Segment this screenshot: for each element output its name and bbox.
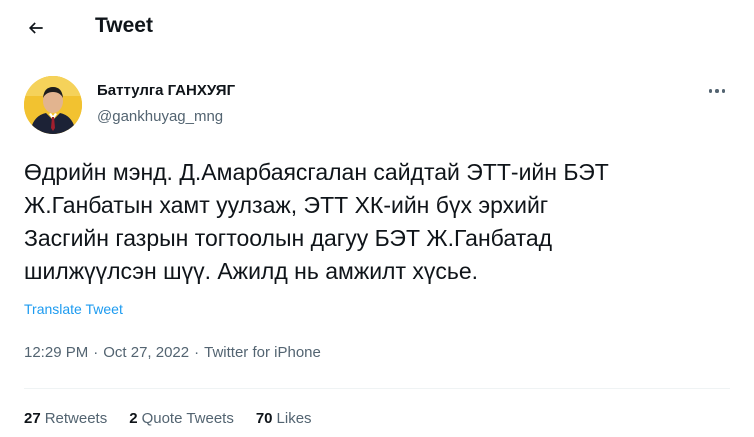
arrow-left-icon: [28, 22, 43, 34]
more-horizontal-icon-dot: [715, 89, 719, 93]
quote-tweets-stat[interactable]: 2 Quote Tweets: [129, 410, 234, 427]
tweet-source[interactable]: Twitter for iPhone: [204, 344, 321, 361]
retweets-label: Retweets: [44, 410, 108, 427]
retweets-count: 27: [24, 410, 41, 427]
retweets-stat[interactable]: 27 Retweets: [24, 410, 107, 427]
page-title: Tweet: [95, 14, 153, 37]
back-button[interactable]: [20, 12, 52, 44]
avatar-image: [24, 76, 82, 134]
more-horizontal-icon-dot: [721, 89, 726, 93]
more-horizontal-icon: [708, 89, 713, 93]
more-options-button[interactable]: [700, 80, 734, 102]
translate-tweet-link[interactable]: Translate Tweet: [24, 301, 123, 317]
likes-stat[interactable]: 70 Likes: [256, 410, 312, 427]
avatar[interactable]: [24, 76, 82, 134]
likes-label: Likes: [276, 410, 312, 427]
author-handle[interactable]: @gankhuyag_mng: [97, 108, 223, 125]
tweet-meta: 12:29 PM · Oct 27, 2022 · Twitter for iP…: [24, 344, 321, 361]
meta-separator: ·: [194, 344, 200, 361]
author-name[interactable]: Баттулга ГАНХУЯГ: [97, 82, 235, 99]
top-bar: Tweet: [0, 0, 754, 56]
quote-tweets-label: Quote Tweets: [141, 410, 234, 427]
meta-separator: ·: [93, 344, 99, 361]
tweet-date[interactable]: Oct 27, 2022: [103, 344, 189, 361]
tweet-text: Өдрийн мэнд. Д.Амарбаясгалан сайдтай ЭТТ…: [24, 159, 609, 284]
quote-tweets-count: 2: [129, 410, 138, 427]
tweet-stats: 27 Retweets 2 Quote Tweets 70 Likes: [24, 410, 312, 427]
divider: [24, 388, 730, 389]
likes-count: 70: [255, 410, 273, 427]
tweet-time[interactable]: 12:29 PM: [24, 344, 88, 361]
